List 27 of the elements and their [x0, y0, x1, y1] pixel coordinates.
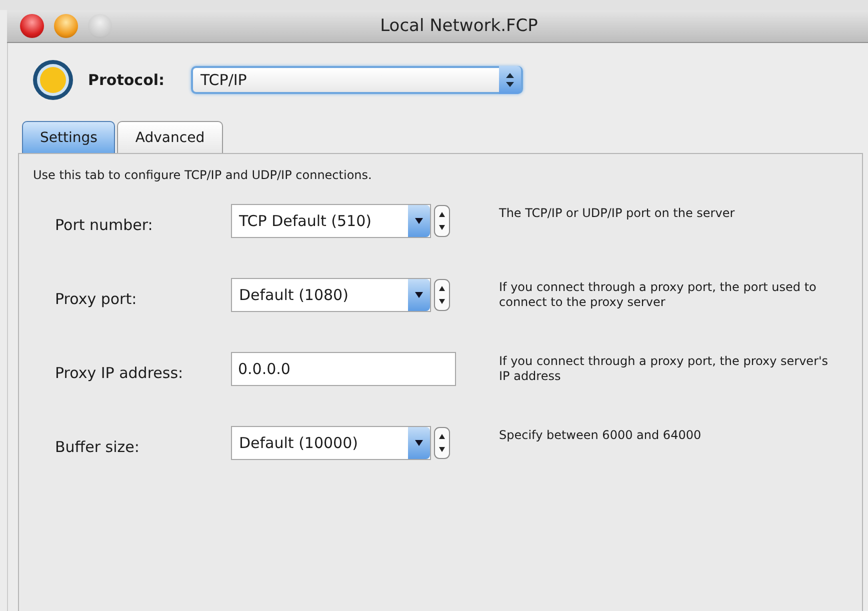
close-button[interactable] [20, 14, 44, 38]
help-text: The TCP/IP or UDP/IP port on the server [498, 205, 736, 221]
tab[interactable]: Advanced [117, 121, 223, 153]
field-label: Proxy IP address: [54, 363, 184, 382]
stepper[interactable] [434, 205, 450, 237]
text-field[interactable]: 0.0.0.0 [231, 352, 456, 386]
up-down-arrows-icon [498, 66, 521, 94]
help-text: If you connect through a proxy port, the port used to connect to the proxy server [498, 279, 818, 310]
ring-icon [30, 57, 76, 103]
combo-box[interactable]: TCP Default (510) [231, 204, 431, 238]
intro-text: Use this tab to configure TCP/IP and UDP/IP connections. [33, 168, 373, 182]
combo-box[interactable]: Default (1080) [231, 278, 431, 312]
window-title: Local Network.FCP [379, 16, 539, 36]
stepper[interactable] [434, 279, 450, 311]
field-label: Proxy port: [54, 289, 138, 308]
protocol-label: Protocol: [88, 71, 165, 89]
help-text: If you connect through a proxy port, the proxy server's IP address [498, 353, 829, 384]
help-text: Specify between 6000 and 64000 [498, 427, 702, 443]
caret-icon [414, 217, 424, 225]
tab[interactable]: Settings [22, 121, 116, 153]
protocol-dropdown[interactable]: TCP/IP [190, 66, 523, 94]
stepper[interactable] [434, 427, 450, 459]
field-label: Port number: [54, 215, 154, 234]
caret-icon [414, 291, 424, 299]
caret-icon [414, 439, 424, 447]
combo-box[interactable]: Default (10000) [231, 426, 431, 460]
field-label: Buffer size: [54, 437, 140, 456]
